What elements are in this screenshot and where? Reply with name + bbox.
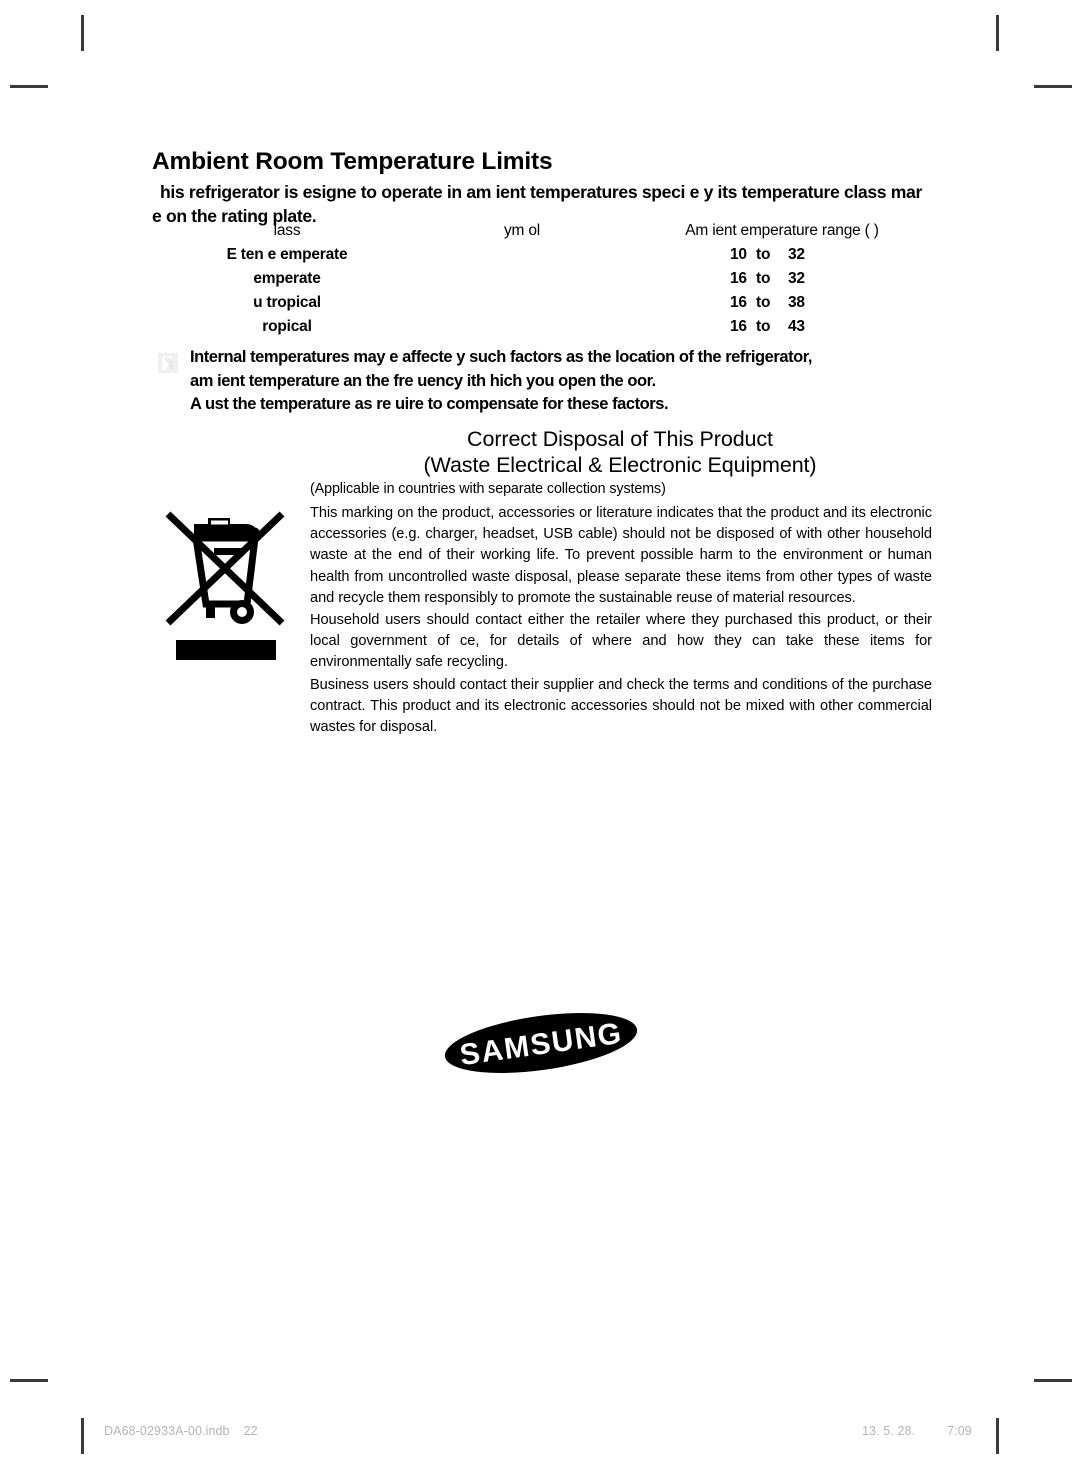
crop-mark-bottom-right-horizontal bbox=[1034, 1379, 1072, 1382]
table-row: u tropical 16 to 38 bbox=[152, 291, 942, 315]
cell-range-high: 43 bbox=[788, 318, 805, 335]
cell-range-low: 16 bbox=[730, 294, 747, 311]
cell-range: 16 to 32 bbox=[622, 267, 942, 291]
column-header-range: Am ient emperature range ( ) bbox=[685, 222, 879, 239]
cell-symbol bbox=[422, 315, 622, 339]
crop-mark-top-right-vertical bbox=[996, 15, 999, 51]
footer-file-info: DA68-02933A-00.indb 22 bbox=[104, 1424, 258, 1438]
disposal-paragraph-3: Business users should contact their supp… bbox=[310, 676, 932, 736]
table-row: emperate 16 to 32 bbox=[152, 267, 942, 291]
cell-range: 16 to 38 bbox=[622, 291, 942, 315]
samsung-logo-icon: SAMSUNG bbox=[442, 1012, 640, 1074]
cell-range-low: 10 bbox=[730, 246, 747, 263]
cell-range-to: to bbox=[756, 246, 771, 263]
cell-range-low: 16 bbox=[730, 270, 747, 287]
disposal-paragraph-2: Household users should contact either th… bbox=[310, 612, 932, 671]
crop-mark-top-left-horizontal bbox=[10, 85, 48, 88]
cell-range-low: 16 bbox=[730, 318, 747, 335]
table-row: ropical 16 to 43 bbox=[152, 315, 942, 339]
cell-range: 16 to 43 bbox=[622, 315, 942, 339]
footer-time: 7:09 bbox=[947, 1424, 972, 1438]
crop-mark-bottom-right-vertical bbox=[996, 1418, 999, 1454]
cell-class: E ten e emperate bbox=[226, 246, 348, 263]
column-header-symbol: ym ol bbox=[503, 222, 541, 239]
cell-class: ropical bbox=[262, 318, 312, 335]
footer-timestamp: 13. 5. 28. 7:09 bbox=[862, 1424, 972, 1438]
cell-class: emperate bbox=[253, 270, 321, 287]
note-mark-icon bbox=[155, 350, 181, 376]
cell-range-high: 32 bbox=[788, 246, 805, 263]
page-title: Ambient Room Temperature Limits bbox=[152, 148, 553, 176]
cell-range-to: to bbox=[756, 294, 771, 311]
note-line-2: am ient temperature an the fre uency ith… bbox=[190, 371, 656, 390]
table-row: E ten e emperate 10 to 32 bbox=[152, 243, 942, 267]
disposal-applicability-note: (Applicable in countries with separate c… bbox=[310, 481, 666, 497]
disposal-body: This marking on the product, accessories… bbox=[310, 503, 932, 738]
table-header-row: lass ym ol Am ient emperature range ( ) bbox=[152, 219, 942, 243]
crop-mark-top-right-horizontal bbox=[1034, 85, 1072, 88]
footer-page-number: 22 bbox=[243, 1424, 258, 1438]
crop-mark-top-left-vertical bbox=[81, 15, 84, 51]
footer-date: 13. 5. 28. bbox=[862, 1424, 916, 1438]
note-block: Internal temperatures may e affecte y su… bbox=[190, 346, 930, 417]
crop-mark-bottom-left-vertical bbox=[81, 1418, 84, 1454]
cell-class: u tropical bbox=[253, 294, 321, 311]
disposal-heading-line-2: (Waste Electrical & Electronic Equipment… bbox=[423, 453, 817, 477]
crop-mark-bottom-left-horizontal bbox=[10, 1379, 48, 1382]
column-header-class: lass bbox=[273, 222, 301, 239]
ambient-temperature-table: lass ym ol Am ient emperature range ( ) … bbox=[152, 219, 942, 339]
cell-range-to: to bbox=[756, 318, 771, 335]
cell-range-to: to bbox=[756, 270, 771, 287]
footer-file-name: DA68-02933A-00.indb bbox=[104, 1424, 230, 1438]
note-line-1: Internal temperatures may e affecte y su… bbox=[190, 348, 812, 366]
cell-range-high: 32 bbox=[788, 270, 805, 287]
cell-symbol bbox=[422, 267, 622, 291]
cell-range-high: 38 bbox=[788, 294, 805, 311]
crossed-out-wheeled-bin-icon bbox=[158, 500, 293, 665]
disposal-heading-line-1: Correct Disposal of This Product bbox=[467, 427, 773, 451]
disposal-paragraph-1: This marking on the product, accessories… bbox=[310, 505, 932, 606]
cell-symbol bbox=[422, 243, 622, 267]
cell-range: 10 to 32 bbox=[622, 243, 942, 267]
document-page: Ambient Room Temperature Limits his refr… bbox=[0, 0, 1080, 1469]
cell-symbol bbox=[422, 291, 622, 315]
note-line-3: A ust the temperature as re uire to comp… bbox=[190, 395, 669, 413]
disposal-heading: Correct Disposal of This Product (Waste … bbox=[310, 426, 930, 478]
